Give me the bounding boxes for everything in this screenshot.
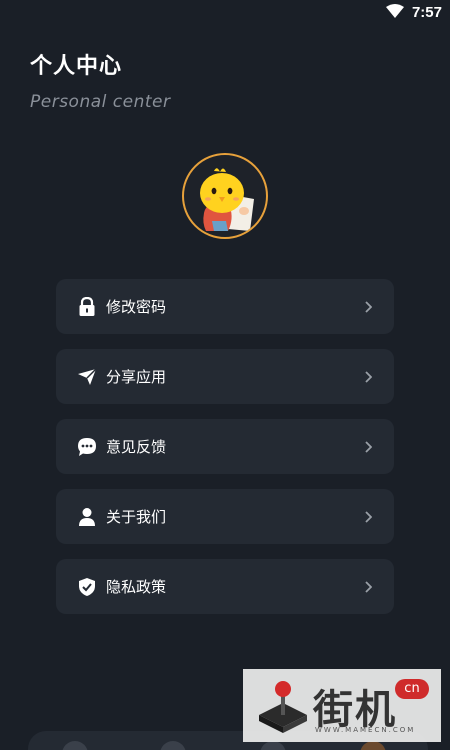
shield-check-icon xyxy=(76,576,98,598)
joystick-logo-icon xyxy=(259,681,307,733)
nav-message-icon[interactable] xyxy=(260,741,286,750)
menu-item-privacy-policy[interactable]: 隐私政策 xyxy=(56,559,394,614)
menu-item-label: 修改密码 xyxy=(106,298,167,316)
menu-item-change-password[interactable]: 修改密码 xyxy=(56,279,394,334)
menu-item-label: 隐私政策 xyxy=(106,578,167,596)
chevron-right-icon xyxy=(362,580,374,594)
menu-item-label: 分享应用 xyxy=(106,368,167,386)
chevron-right-icon xyxy=(362,440,374,454)
chick-avatar-icon xyxy=(200,168,254,231)
watermark: 街机 cn WWW.MAMECN.COM xyxy=(243,669,441,742)
nav-profile-icon[interactable] xyxy=(360,741,386,750)
chevron-right-icon xyxy=(362,510,374,524)
lock-icon xyxy=(76,296,98,318)
nav-discover-icon[interactable] xyxy=(160,741,186,750)
menu-item-share-app[interactable]: 分享应用 xyxy=(56,349,394,404)
nav-home-icon[interactable] xyxy=(62,741,88,750)
chevron-right-icon xyxy=(362,300,374,314)
status-right: 7:57 xyxy=(385,2,442,22)
chevron-right-icon xyxy=(362,370,374,384)
page-title: 个人中心 xyxy=(30,54,123,79)
wifi-icon xyxy=(385,3,404,22)
status-time: 7:57 xyxy=(411,3,442,21)
chat-bubble-icon xyxy=(76,436,98,458)
avatar[interactable] xyxy=(182,153,268,239)
send-icon xyxy=(76,366,98,388)
page-subtitle: Personal center xyxy=(30,92,171,112)
status-bar: 7:57 xyxy=(0,0,450,24)
user-icon xyxy=(76,506,98,528)
menu-list: 修改密码 分享应用 意见反馈 关于我们 隐私政策 xyxy=(56,279,394,629)
menu-item-feedback[interactable]: 意见反馈 xyxy=(56,419,394,474)
menu-item-about-us[interactable]: 关于我们 xyxy=(56,489,394,544)
watermark-badge: cn xyxy=(395,679,429,699)
menu-item-label: 关于我们 xyxy=(106,508,167,526)
menu-item-label: 意见反馈 xyxy=(106,438,167,456)
watermark-url: WWW.MAMECN.COM xyxy=(315,726,416,734)
